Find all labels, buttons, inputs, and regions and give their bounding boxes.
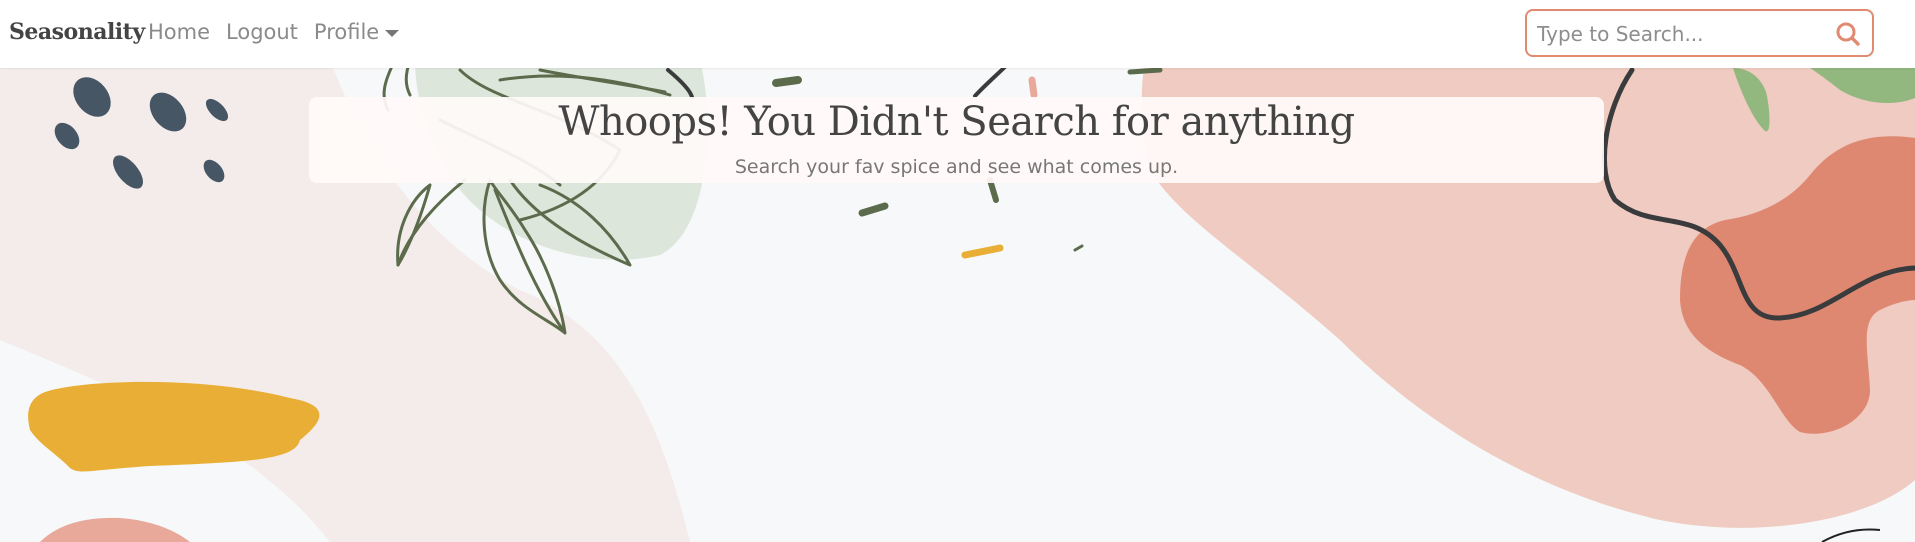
empty-search-message: Whoops! You Didn't Search for anything S… bbox=[309, 97, 1604, 183]
page: Seasonality Home Logout Profile Whoops! … bbox=[0, 0, 1915, 542]
nav-link-home[interactable]: Home bbox=[148, 20, 210, 44]
brand-logo[interactable]: Seasonality bbox=[9, 19, 145, 45]
search-input[interactable] bbox=[1535, 11, 1819, 57]
background-illustration bbox=[0, 58, 1915, 542]
search-box bbox=[1525, 9, 1874, 57]
nav-links: Home Logout Profile bbox=[148, 20, 400, 44]
nav-link-profile-label: Profile bbox=[313, 20, 380, 44]
search-icon[interactable] bbox=[1834, 20, 1862, 48]
chevron-down-icon bbox=[385, 29, 400, 37]
nav-link-profile[interactable]: Profile bbox=[313, 20, 400, 44]
hero-title: Whoops! You Didn't Search for anything bbox=[558, 99, 1355, 145]
navbar: Seasonality Home Logout Profile bbox=[0, 0, 1915, 68]
hero-subtitle: Search your fav spice and see what comes… bbox=[734, 156, 1179, 178]
nav-link-logout[interactable]: Logout bbox=[226, 20, 298, 44]
